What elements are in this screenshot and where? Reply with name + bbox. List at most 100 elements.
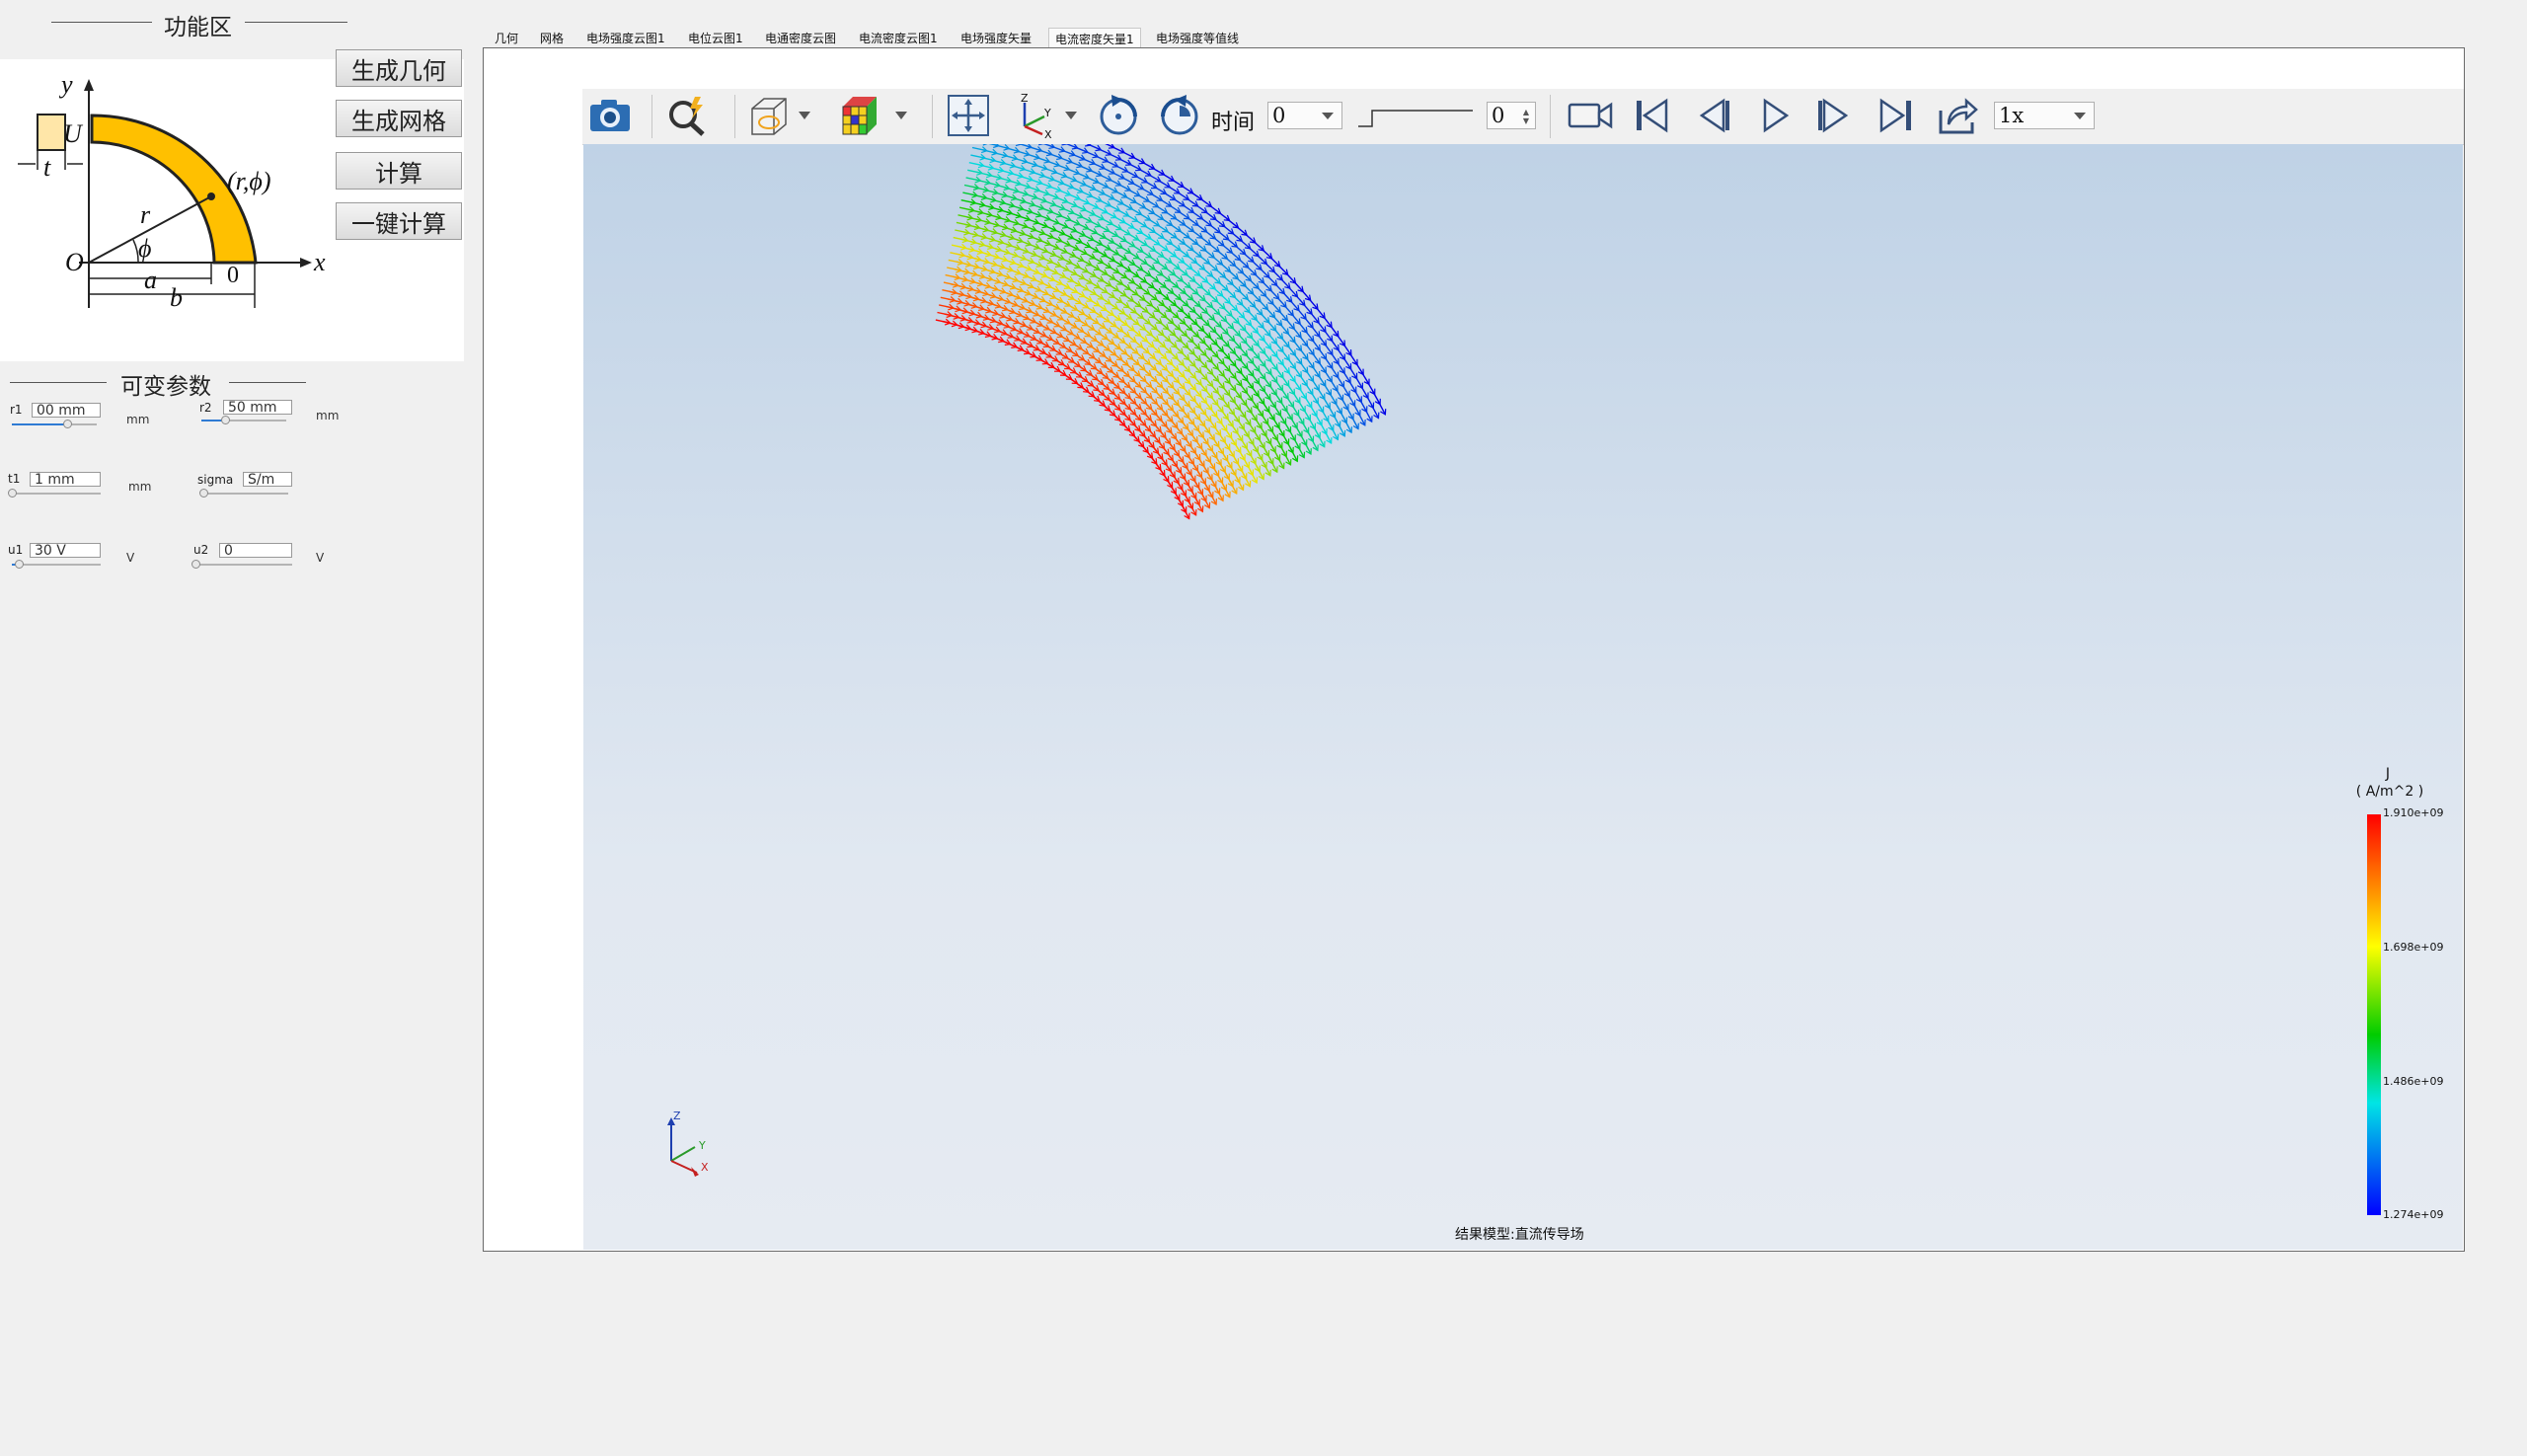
- compute-button[interactable]: 计算: [336, 152, 462, 190]
- export-icon[interactable]: [1935, 93, 1980, 138]
- r2-slider[interactable]: [201, 416, 286, 424]
- r1-input[interactable]: 00 mm: [32, 403, 101, 419]
- svg-text:X: X: [1044, 128, 1052, 138]
- axis-x-label: X: [701, 1161, 709, 1174]
- sigma-slider[interactable]: [199, 489, 288, 498]
- tab-potential-contour[interactable]: 电位云图1: [682, 28, 749, 49]
- current-vector-head: [982, 144, 988, 146]
- param-label: u1: [8, 543, 24, 557]
- diagram-label-t: t: [43, 153, 51, 182]
- param-label: sigma: [197, 473, 234, 487]
- u2-input[interactable]: 0: [219, 543, 292, 559]
- first-frame-icon[interactable]: [1629, 93, 1674, 138]
- legend-tick: 1.698e+09: [2383, 941, 2444, 954]
- spin-arrows-icon: ▲ ▼: [1522, 108, 1529, 125]
- legend-tick: 1.486e+09: [2383, 1075, 2444, 1088]
- current-density-vector-plot: [935, 144, 1387, 520]
- params-title: 可变参数: [120, 374, 211, 400]
- diagram-label-x: x: [313, 248, 326, 276]
- result-model-status: 结果模型:直流传导场: [1455, 1227, 1584, 1243]
- tab-current-density-contour[interactable]: 电流密度云图1: [853, 28, 944, 49]
- speed-select[interactable]: 1x: [1994, 102, 2095, 129]
- toolbar-separator: [651, 95, 652, 138]
- tab-e-field-contour[interactable]: 电场强度云图1: [580, 28, 671, 49]
- rotate-ccw-icon[interactable]: [1157, 93, 1202, 138]
- diagram-label-o: O: [65, 248, 84, 276]
- current-vector-head: [1037, 144, 1044, 146]
- t1-slider[interactable]: [8, 489, 101, 498]
- generate-mesh-button[interactable]: 生成网格: [336, 100, 462, 137]
- fit-view-icon[interactable]: [946, 93, 991, 138]
- diagram-label-zero: 0: [227, 263, 239, 288]
- chevron-down-icon: [2074, 113, 2086, 119]
- axes-triad-icon: Z Y X: [667, 1110, 709, 1177]
- toolbar-separator: [734, 95, 735, 138]
- tab-mesh[interactable]: 网格: [534, 28, 570, 49]
- tab-e-field-vector[interactable]: 电场强度矢量: [955, 28, 1037, 49]
- diagram-label-y: y: [58, 70, 73, 99]
- r1-slider[interactable]: [12, 420, 97, 428]
- play-icon[interactable]: [1751, 93, 1797, 138]
- param-label: t1: [8, 472, 21, 486]
- prev-frame-icon[interactable]: [1690, 93, 1735, 138]
- generate-geometry-button[interactable]: 生成几何: [336, 49, 462, 87]
- u2-slider[interactable]: [191, 560, 292, 569]
- frame-spinbox[interactable]: 0 ▲ ▼: [1487, 102, 1536, 129]
- box-display-icon[interactable]: [746, 93, 792, 138]
- sigma-input[interactable]: S/m: [243, 472, 292, 488]
- current-vector-head: [1015, 144, 1023, 147]
- next-frame-icon[interactable]: [1812, 93, 1858, 138]
- param-unit: V: [316, 551, 325, 565]
- diagram-label-phi: ϕ: [138, 234, 151, 263]
- vector-arrows: [935, 144, 1387, 520]
- zoom-icon[interactable]: [665, 93, 711, 138]
- t1-input[interactable]: 1 mm: [30, 472, 101, 488]
- chevron-down-icon[interactable]: [790, 93, 819, 138]
- rotate-cw-icon[interactable]: [1096, 93, 1141, 138]
- time-select[interactable]: 0: [1267, 102, 1342, 129]
- axis-z-label: Z: [673, 1110, 681, 1122]
- toolbar-separator: [1550, 95, 1551, 138]
- color-cube-icon[interactable]: [837, 93, 882, 138]
- divider: [245, 22, 347, 23]
- legend-colorbar: [2367, 814, 2381, 1215]
- tab-e-field-isolines[interactable]: 电场强度等值线: [1150, 28, 1245, 49]
- render-viewport[interactable]: [583, 144, 2463, 1250]
- param-unit: V: [126, 551, 135, 565]
- divider: [10, 382, 107, 383]
- svg-text:Y: Y: [1043, 107, 1051, 119]
- axes-triad: Z Y X: [657, 1110, 717, 1188]
- legend-tick: 1.274e+09: [2383, 1208, 2444, 1221]
- diagram-label-a: a: [144, 266, 157, 294]
- param-label: r2: [199, 401, 212, 415]
- function-panel-title: 功能区: [164, 15, 232, 40]
- chevron-down-icon[interactable]: [886, 93, 916, 138]
- legend-tick: 1.910e+09: [2383, 806, 2444, 819]
- axis-y-label: Y: [698, 1139, 706, 1152]
- diagram-label-u: U: [63, 119, 84, 148]
- one-click-compute-button[interactable]: 一键计算: [336, 202, 462, 240]
- param-label: u2: [193, 543, 209, 557]
- last-frame-icon[interactable]: [1874, 93, 1919, 138]
- legend-title-unit: ( A/m^2 ): [2355, 784, 2424, 800]
- time-label: 时间: [1211, 111, 1256, 135]
- u1-slider[interactable]: [12, 560, 101, 569]
- divider: [229, 382, 306, 383]
- r2-input[interactable]: 50 mm: [223, 400, 292, 416]
- diagram-label-b: b: [170, 283, 183, 312]
- param-unit: mm: [128, 480, 152, 494]
- axes-orientation-icon[interactable]: Z YX: [1009, 93, 1054, 138]
- time-slider[interactable]: [1356, 105, 1475, 128]
- param-unit: mm: [316, 409, 340, 422]
- tab-flux-density-contour[interactable]: 电通密度云图: [759, 28, 842, 49]
- u1-input[interactable]: 30 V: [30, 543, 101, 559]
- toolbar-separator: [932, 95, 933, 138]
- time-select-value: 0: [1272, 104, 1286, 127]
- tab-geometry[interactable]: 几何: [489, 28, 524, 49]
- speed-select-value: 1x: [1999, 104, 2025, 127]
- chevron-down-icon[interactable]: [1056, 93, 1086, 138]
- camera-icon[interactable]: [587, 93, 633, 138]
- param-unit: mm: [126, 413, 150, 426]
- record-video-icon[interactable]: [1568, 93, 1613, 138]
- svg-text:Z: Z: [1021, 93, 1029, 105]
